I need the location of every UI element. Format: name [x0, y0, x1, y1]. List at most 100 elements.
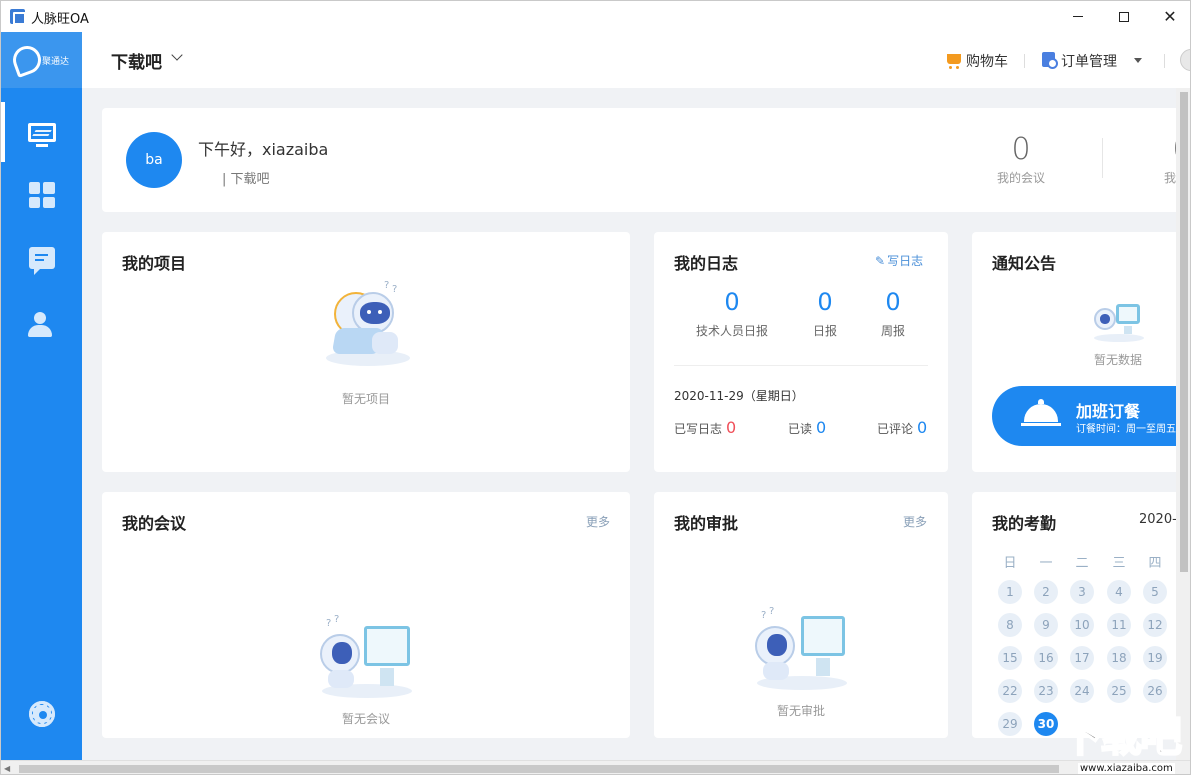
projects-title: 我的项目: [122, 250, 186, 274]
calendar-day[interactable]: 8: [998, 613, 1022, 637]
written-label: 已写日志: [674, 422, 722, 436]
notices-empty: 暂无数据: [1080, 351, 1156, 368]
count-value: 0: [687, 288, 777, 316]
scroll-left-icon[interactable]: ◀: [4, 764, 10, 773]
food-cloche-icon: [1024, 404, 1058, 422]
apps-grid-icon: [29, 182, 55, 208]
calendar-day[interactable]: 23: [1034, 679, 1058, 703]
calendar-day[interactable]: 12: [1143, 613, 1167, 637]
meetings-card: 我的会议 更多 ?? 暂无会议: [102, 492, 630, 738]
horizontal-scrollbar[interactable]: ◀: [1, 760, 1191, 775]
avatar: ba: [126, 132, 182, 188]
watermark-url: www.xiazaiba.com: [1078, 763, 1175, 774]
order-icon[interactable]: [1042, 52, 1055, 67]
stat-my-meetings[interactable]: 0 我的会议: [981, 132, 1061, 186]
weekday-label: 二: [1070, 552, 1094, 571]
attendance-card: 我的考勤 2020-11- 日一二三四五12345689101112115161…: [972, 492, 1191, 738]
calendar-day[interactable]: 9: [1034, 613, 1058, 637]
close-icon: ✕: [1163, 7, 1176, 26]
weekday-label: 日: [998, 552, 1022, 571]
horizontal-scroll-thumb[interactable]: [19, 765, 1059, 773]
diary-date: 2020-11-29（星期日）: [674, 387, 804, 404]
weekday-label: 三: [1107, 552, 1131, 571]
robot-laptop-illustration: ??: [320, 280, 416, 372]
calendar-day[interactable]: 26: [1143, 679, 1167, 703]
stat-value: 0: [981, 132, 1061, 167]
contacts-icon: [28, 312, 56, 338]
calendar-day[interactable]: 18: [1107, 646, 1131, 670]
calendar-day[interactable]: 22: [998, 679, 1022, 703]
title-bar: 人脉旺OA ✕: [1, 1, 1191, 32]
stat-label: 我的会议: [981, 169, 1061, 186]
sidebar-item-settings[interactable]: [1, 684, 82, 744]
sidebar-item-messages[interactable]: [1, 228, 82, 288]
calendar-day[interactable]: 10: [1070, 613, 1094, 637]
greeting-card: ba 下午好，xiazaiba | 下载吧 0 我的会议 0 我的审: [102, 108, 1191, 212]
brand-logo[interactable]: 聚通达: [1, 32, 82, 88]
approvals-more-link[interactable]: 更多: [903, 513, 927, 530]
projects-empty: 暂无项目: [316, 390, 416, 407]
maximize-button[interactable]: [1101, 1, 1147, 32]
cart-icon[interactable]: [947, 54, 961, 64]
calendar-day[interactable]: 11: [1107, 613, 1131, 637]
top-header: 下载吧 购物车 订单管理: [82, 32, 1191, 88]
minimize-icon: [1073, 16, 1083, 17]
calendar-day[interactable]: 3: [1070, 580, 1094, 604]
commented-stat[interactable]: 已评论0: [877, 418, 927, 437]
gear-icon: [29, 701, 55, 727]
chevron-down-icon[interactable]: [171, 49, 182, 60]
calendar-day[interactable]: 5: [1143, 580, 1167, 604]
commented-value: 0: [917, 418, 927, 437]
calendar-day[interactable]: 17: [1070, 646, 1094, 670]
orders-dropdown-icon[interactable]: [1134, 58, 1142, 63]
robot-computer-illustration: [1092, 300, 1148, 344]
tech-daily-count[interactable]: 0 技术人员日报: [687, 288, 777, 339]
sidebar-item-dashboard[interactable]: [1, 102, 82, 162]
message-icon: [29, 247, 55, 269]
sidebar-item-apps[interactable]: [1, 165, 82, 225]
cart-link[interactable]: 购物车: [966, 51, 1008, 71]
read-stat[interactable]: 已读 0: [788, 418, 826, 437]
header-divider: [1024, 54, 1025, 68]
notices-card: 通知公告 暂无数据 加班订餐 订餐时间：周一至周五: [972, 232, 1191, 472]
approvals-title: 我的审批: [674, 510, 738, 534]
written-stat[interactable]: 已写日志 0: [674, 418, 736, 437]
user-avatar[interactable]: [1180, 49, 1191, 71]
write-log-link[interactable]: 写日志: [875, 252, 923, 269]
dashboard-content: ba 下午好，xiazaiba | 下载吧 0 我的会议 0 我的审 我的项目: [82, 88, 1191, 760]
diary-card: 我的日志 写日志 0 技术人员日报 0 日报 0 周报 2020-11-29（星…: [654, 232, 948, 472]
vertical-scrollbar[interactable]: [1176, 88, 1191, 760]
minimize-button[interactable]: [1055, 1, 1101, 32]
overtime-meal-button[interactable]: 加班订餐 订餐时间：周一至周五: [992, 386, 1191, 446]
calendar-day[interactable]: 2: [1034, 580, 1058, 604]
sidebar-item-contacts[interactable]: [1, 295, 82, 355]
approvals-empty: 暂无审批: [751, 702, 851, 719]
maximize-icon: [1119, 12, 1129, 22]
calendar-day[interactable]: 30: [1034, 712, 1058, 736]
close-button[interactable]: ✕: [1147, 1, 1191, 32]
read-value: 0: [816, 418, 826, 437]
calendar-day[interactable]: 4: [1107, 580, 1131, 604]
robot-computer-illustration: ??: [316, 612, 416, 702]
weekly-count[interactable]: 0 周报: [848, 288, 938, 339]
meetings-more-link[interactable]: 更多: [586, 513, 610, 530]
written-value: 0: [726, 418, 736, 437]
notices-title: 通知公告: [992, 250, 1056, 274]
meal-subtitle: 订餐时间：周一至周五: [1076, 420, 1176, 435]
robot-computer-illustration: ??: [751, 606, 851, 696]
dashboard-monitor-icon: [28, 123, 56, 142]
calendar-day[interactable]: 25: [1107, 679, 1131, 703]
divider: [674, 365, 928, 366]
weekday-label: 四: [1143, 552, 1167, 571]
calendar-day[interactable]: 24: [1070, 679, 1094, 703]
count-label: 技术人员日报: [687, 322, 777, 339]
calendar-day[interactable]: 15: [998, 646, 1022, 670]
calendar-day[interactable]: 1: [998, 580, 1022, 604]
vertical-scroll-thumb[interactable]: [1180, 92, 1188, 572]
read-label: 已读: [788, 422, 812, 436]
calendar-day[interactable]: 16: [1034, 646, 1058, 670]
orders-link[interactable]: 订单管理: [1061, 51, 1117, 71]
org-switcher[interactable]: 下载吧: [111, 48, 162, 73]
calendar-day[interactable]: 29: [998, 712, 1022, 736]
calendar-day[interactable]: 19: [1143, 646, 1167, 670]
